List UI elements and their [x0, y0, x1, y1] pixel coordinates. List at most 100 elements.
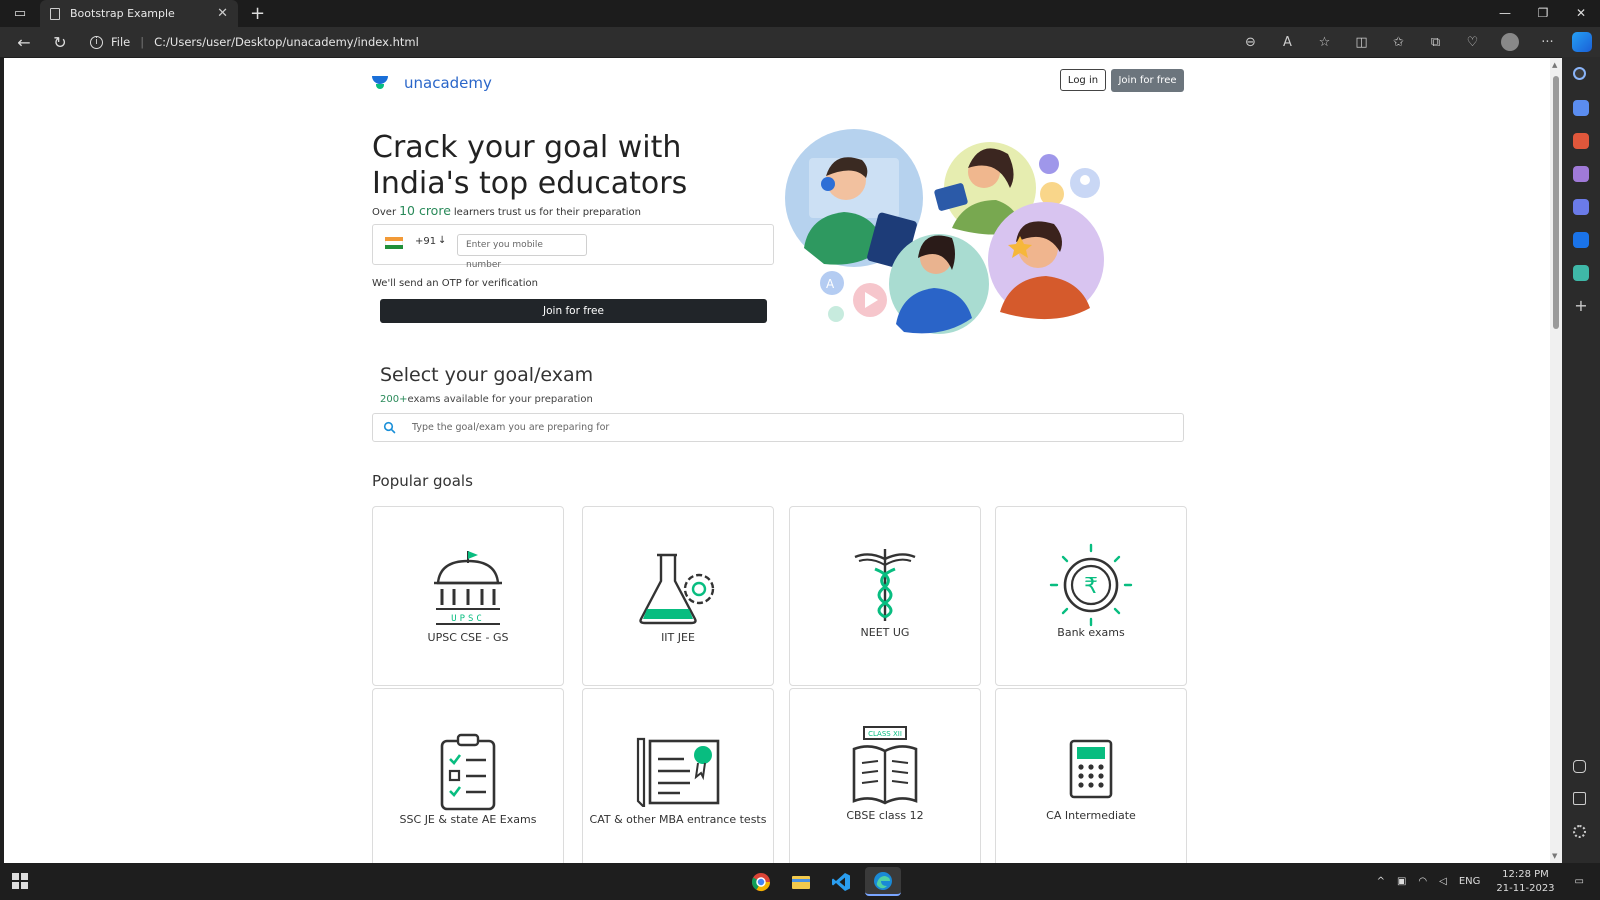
notifications-icon[interactable]: ▭ [1575, 876, 1584, 887]
edge-taskbar-icon[interactable] [865, 867, 901, 896]
split-screen-icon[interactable]: ◫ [1343, 35, 1380, 50]
goal-section-subtitle: 200+exams available for your preparation [380, 394, 593, 405]
address-bar: ← ↻ i File | C:/Users/user/Desktop/unaca… [0, 27, 1600, 57]
refresh-icon[interactable]: ↻ [42, 33, 78, 52]
page-scrollbar[interactable]: ▲ ▼ [1550, 58, 1562, 863]
sidebar-panel-icon[interactable] [1573, 760, 1586, 773]
flask-gear-icon [639, 553, 715, 625]
taskbar: ^ ▣ ◠ ◁ ENG 12:28 PM 21-11-2023 ▭ [0, 863, 1600, 900]
clipboard-checklist-icon [440, 733, 496, 811]
country-dropdown-icon[interactable]: ↓ [438, 235, 446, 246]
brand-name: unacademy [404, 74, 492, 92]
class-badge: CLASS XII [868, 730, 902, 738]
read-aloud-icon[interactable]: A [1269, 35, 1306, 50]
profile-avatar[interactable] [1501, 33, 1519, 51]
goal-card-neet-ug[interactable]: NEET UG [789, 506, 981, 686]
new-tab-icon[interactable]: + [250, 3, 265, 24]
sidebar-shopping-icon[interactable] [1573, 100, 1589, 116]
meet-now-icon[interactable]: ▣ [1397, 876, 1406, 887]
goal-card-iit-jee[interactable]: IIT JEE [582, 506, 774, 686]
close-tab-icon[interactable]: ✕ [217, 6, 228, 21]
url-separator: | [140, 35, 145, 49]
scroll-down-icon[interactable]: ▼ [1552, 852, 1557, 860]
goal-card-ssc-je[interactable]: SSC JE & state AE Exams [372, 688, 564, 863]
caduceus-icon [854, 549, 916, 621]
chrome-icon[interactable] [743, 867, 779, 896]
goal-sub-rest: exams available for your preparation [407, 394, 593, 405]
url-field[interactable]: i File | C:/Users/user/Desktop/unacademy… [90, 35, 419, 49]
hero-sub-highlight: 10 crore [399, 203, 451, 218]
svg-text:₹: ₹ [1084, 574, 1098, 599]
goal-card-cat-mba[interactable]: CAT & other MBA entrance tests [582, 688, 774, 863]
favorites-icon[interactable]: ✩ [1380, 35, 1417, 50]
info-icon[interactable]: i [90, 35, 103, 49]
goal-search-input[interactable]: Type the goal/exam you are preparing for [372, 413, 1184, 442]
sidebar-tools-icon[interactable] [1573, 133, 1589, 149]
sidebar-copilot-icon[interactable] [1573, 199, 1589, 215]
wifi-icon[interactable]: ◠ [1418, 876, 1427, 887]
tray-chevron-icon[interactable]: ^ [1377, 876, 1385, 887]
hero-title: Crack your goal with India's top educato… [372, 130, 688, 201]
browser-essentials-icon[interactable]: ♡ [1454, 35, 1491, 50]
goal-card-label: UPSC CSE - GS [427, 631, 509, 644]
favorite-star-icon[interactable]: ☆ [1306, 35, 1343, 50]
goal-card-ca-intermediate[interactable]: CA Intermediate [995, 688, 1187, 863]
clock[interactable]: 12:28 PM 21-11-2023 [1496, 868, 1554, 896]
goal-card-label: NEET UG [860, 626, 910, 639]
browser-tab[interactable]: Bootstrap Example ✕ [40, 0, 238, 27]
clock-date: 21-11-2023 [1496, 882, 1555, 894]
phone-form: +91 ↓ Enter you mobile number [372, 224, 774, 270]
restore-icon[interactable]: ❐ [1524, 0, 1562, 27]
copilot-icon[interactable] [1572, 32, 1592, 52]
india-flag-icon[interactable] [385, 237, 403, 249]
open-book-icon: CLASS XII [852, 726, 918, 805]
goal-search-placeholder: Type the goal/exam you are preparing for [412, 422, 610, 433]
edge-sidebar: + [1562, 57, 1600, 864]
tab-actions-icon[interactable]: ▭ [0, 0, 40, 27]
tab-title: Bootstrap Example [70, 7, 175, 20]
url-text: C:/Users/user/Desktop/unacademy/index.ht… [154, 35, 419, 49]
goal-card-label: CAT & other MBA entrance tests [589, 813, 767, 826]
mobile-number-input[interactable]: Enter you mobile number [457, 234, 587, 270]
join-for-free-button[interactable]: Join for free [380, 299, 767, 323]
volume-icon[interactable]: ◁ [1439, 876, 1447, 887]
goal-card-cbse-12[interactable]: CLASS XII CBSE class 12 [789, 688, 981, 863]
page-viewport: unacademy Log in Join for free Crack you… [4, 58, 1562, 863]
sidebar-search-icon[interactable] [1573, 67, 1586, 80]
popular-goals-title: Popular goals [372, 472, 473, 490]
brand[interactable]: unacademy [372, 74, 492, 92]
svg-text:UPSC: UPSC [451, 614, 485, 624]
more-menu-icon[interactable]: ··· [1529, 35, 1566, 50]
sidebar-send-icon[interactable] [1573, 265, 1589, 281]
hero-illustration: A [785, 129, 1104, 334]
join-top-button[interactable]: Join for free [1111, 69, 1184, 92]
sidebar-settings-icon[interactable] [1573, 825, 1586, 838]
svg-text:A: A [826, 277, 835, 291]
country-code[interactable]: +91 [415, 236, 436, 247]
goal-card-bank-exams[interactable]: ₹ Bank exams [995, 506, 1187, 686]
sidebar-games-icon[interactable] [1573, 166, 1589, 182]
browser-titlebar: ▭ Bootstrap Example ✕ + — ❐ ✕ [0, 0, 1600, 27]
sidebar-external-icon[interactable] [1573, 792, 1586, 805]
minimize-icon[interactable]: — [1486, 0, 1524, 27]
zoom-out-icon[interactable]: ⊖ [1232, 35, 1269, 50]
unacademy-logo-icon [372, 75, 388, 91]
sidebar-outlook-icon[interactable] [1573, 232, 1589, 248]
upsc-dome-icon: UPSC [434, 551, 502, 625]
login-button[interactable]: Log in [1060, 69, 1106, 91]
collections-icon[interactable]: ⧉ [1417, 35, 1454, 50]
windows-start-icon[interactable] [12, 873, 28, 889]
goal-section-title: Select your goal/exam [380, 364, 594, 386]
browser-toolbar: ⊖ A ☆ ◫ ✩ ⧉ ♡ ··· [1232, 27, 1592, 57]
close-window-icon[interactable]: ✕ [1562, 0, 1600, 27]
goal-card-upsc[interactable]: UPSC UPSC CSE - GS [372, 506, 564, 686]
scrollbar-thumb[interactable] [1553, 76, 1559, 329]
language-indicator[interactable]: ENG [1459, 876, 1481, 887]
file-explorer-icon[interactable] [783, 867, 819, 896]
vscode-icon[interactable] [823, 867, 859, 896]
rupee-coin-icon: ₹ [1049, 543, 1133, 627]
back-icon[interactable]: ← [6, 33, 42, 52]
scroll-up-icon[interactable]: ▲ [1552, 61, 1557, 69]
sidebar-add-icon[interactable]: + [1573, 298, 1589, 314]
hero-sub-before: Over [372, 207, 397, 218]
